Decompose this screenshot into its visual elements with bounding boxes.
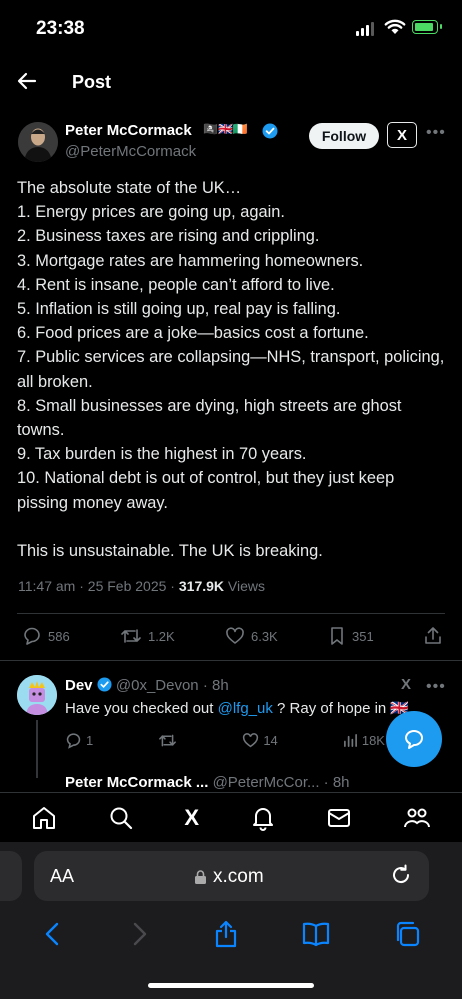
tweet-actions: 586 1.2K 6.3K 351 <box>22 626 442 646</box>
like-button[interactable]: 6.3K <box>225 626 278 646</box>
follow-button[interactable]: Follow <box>309 123 379 149</box>
reply-count: 586 <box>48 628 70 644</box>
compose-reply-button[interactable] <box>386 711 442 767</box>
url-display[interactable]: x.com <box>194 866 264 888</box>
repost-icon[interactable] <box>158 732 177 749</box>
bookmark-icon <box>331 627 343 645</box>
home-indicator <box>148 983 314 988</box>
search-icon[interactable] <box>108 805 134 831</box>
share-icon[interactable] <box>213 919 239 949</box>
communities-icon[interactable] <box>403 805 431 831</box>
bookmarks-book-icon[interactable] <box>301 921 331 947</box>
back-icon[interactable] <box>41 921 65 947</box>
forward-icon[interactable] <box>127 921 151 947</box>
like-count: 6.3K <box>250 628 278 644</box>
lock-icon <box>195 869 206 884</box>
tweet-meta: 11:47 am · 25 Feb 2025 · 317.9K Views <box>18 578 266 594</box>
reply-like-button[interactable]: 14 <box>242 732 278 749</box>
repost-icon <box>121 629 141 643</box>
wifi-icon <box>384 19 406 34</box>
reply-avatar[interactable] <box>17 675 57 715</box>
repost-button[interactable]: 1.2K <box>120 626 175 646</box>
divider <box>17 613 445 614</box>
thread-line <box>36 720 38 778</box>
bookmark-count: 351 <box>352 628 374 644</box>
reply-text: Have you checked out @lfg_uk ? Ray of ho… <box>65 700 410 717</box>
reply-handle[interactable]: @0x_Devon <box>116 677 199 694</box>
tabs-icon[interactable] <box>393 920 421 948</box>
verified-badge-icon <box>262 123 278 139</box>
grok-nav-icon[interactable]: X <box>184 805 199 831</box>
tweet-date: 25 Feb 2025 <box>87 578 167 594</box>
messages-envelope-icon[interactable] <box>326 805 352 831</box>
status-time: 23:38 <box>36 18 85 39</box>
verified-badge-icon <box>97 677 112 692</box>
reply-author-name[interactable]: Dev <box>65 677 93 694</box>
reply-icon <box>66 733 81 749</box>
views-count: 317.9K <box>178 578 225 594</box>
reply-icon <box>24 627 40 645</box>
bookmark-button[interactable]: 351 <box>328 626 374 646</box>
views-icon <box>343 734 357 747</box>
grok-icon[interactable]: X <box>401 676 411 693</box>
share-icon[interactable] <box>424 626 442 646</box>
heart-icon <box>226 627 244 644</box>
reply-views[interactable]: 18K <box>343 732 385 749</box>
reload-icon[interactable] <box>390 864 412 886</box>
views-label: Views <box>227 578 266 594</box>
author-name-emojis: 🏴‍☠️🇬🇧🇮🇪 <box>203 122 248 136</box>
author-handle[interactable]: @PeterMcCormack <box>65 143 196 160</box>
battery-icon <box>412 20 442 34</box>
heart-icon <box>243 733 259 748</box>
reply-header: Dev @0x_Devon · 8h <box>65 677 229 694</box>
chat-bubble-icon <box>405 730 423 749</box>
cellular-signal-icon <box>356 22 374 36</box>
reply-age: 8h <box>212 677 229 694</box>
browser-nav-tools <box>0 912 462 956</box>
page-settings-button[interactable]: AA <box>50 866 74 887</box>
author-avatar[interactable] <box>18 122 58 162</box>
mention-link[interactable]: @lfg_uk <box>218 700 273 717</box>
author-name[interactable]: Peter McCormack <box>65 122 192 139</box>
more-options-icon[interactable]: ••• <box>426 124 446 142</box>
back-arrow-icon[interactable] <box>16 70 38 92</box>
home-icon[interactable] <box>31 805 57 831</box>
repost-count: 1.2K <box>147 628 175 644</box>
page-title: Post <box>72 72 112 92</box>
reply-button[interactable]: 586 <box>22 626 70 646</box>
divider <box>0 660 462 661</box>
bottom-nav: X <box>0 792 462 842</box>
notifications-bell-icon[interactable] <box>250 805 276 831</box>
reply-actions: 1 14 18K <box>65 732 385 749</box>
reply-more-options-icon[interactable]: ••• <box>426 678 446 696</box>
reply-reply-button[interactable]: 1 <box>65 732 93 749</box>
previous-tab-preview[interactable] <box>0 851 22 901</box>
next-reply-header: Peter McCormack ... @PeterMcCor... · 8h <box>65 774 350 791</box>
tweet-time: 11:47 am <box>18 578 76 594</box>
grok-icon[interactable]: X <box>387 122 417 148</box>
tweet-text: The absolute state of the UK… 1. Energy … <box>17 179 445 561</box>
